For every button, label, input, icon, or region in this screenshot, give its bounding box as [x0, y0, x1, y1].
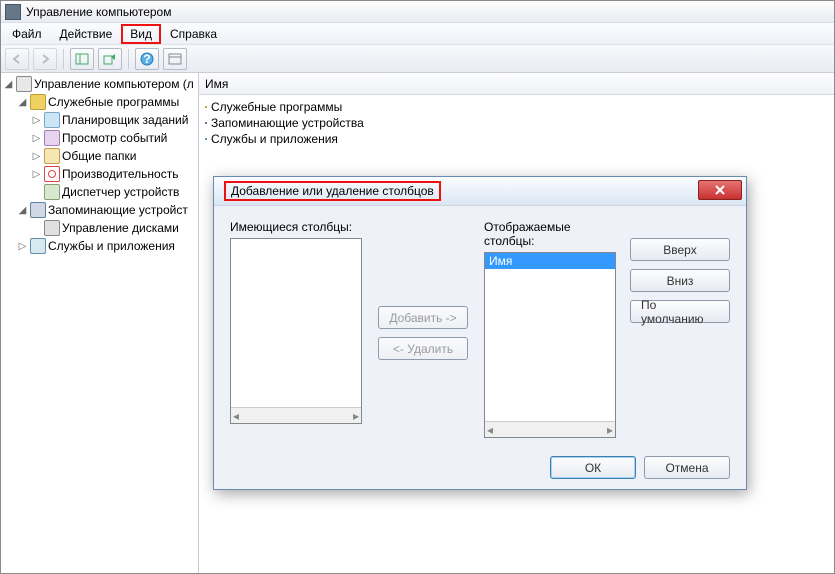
help-button[interactable]: ? [135, 48, 159, 70]
list-item-label: Служебные программы [211, 100, 342, 114]
horizontal-scrollbar[interactable]: ◂▸ [485, 421, 615, 437]
tree-performance[interactable]: ▷ Производительность [29, 165, 198, 183]
tree-label: Производительность [62, 167, 178, 181]
tree-label: Общие папки [62, 149, 136, 163]
available-columns-section: Имеющиеся столбцы: ◂▸ [230, 220, 362, 446]
tree-label: Службы и приложения [48, 239, 175, 253]
move-down-button[interactable]: Вниз [630, 269, 730, 292]
ok-button[interactable]: ОК [550, 456, 636, 479]
tree-shared-folders[interactable]: ▷ Общие папки [29, 147, 198, 165]
list-body[interactable]: Служебные программы Запоминающие устройс… [199, 95, 834, 151]
tools-icon [205, 106, 207, 108]
tree-device-manager[interactable]: Диспетчер устройств [29, 183, 198, 201]
tree-task-scheduler[interactable]: ▷ Планировщик заданий [29, 111, 198, 129]
tree-label: Диспетчер устройств [62, 185, 179, 199]
collapse-icon[interactable]: ◢ [17, 97, 28, 108]
tree-system-tools[interactable]: ◢ Служебные программы [15, 93, 198, 111]
collapse-icon[interactable]: ◢ [17, 205, 28, 216]
events-icon [44, 130, 60, 146]
device-icon [44, 184, 60, 200]
storage-icon [30, 202, 46, 218]
tree-label: Просмотр событий [62, 131, 167, 145]
displayed-columns-listbox[interactable]: Имя ◂▸ [484, 252, 616, 438]
list-item[interactable]: Служебные программы [205, 99, 828, 115]
toolbar-separator [128, 49, 129, 69]
tree-disk-management[interactable]: Управление дисками [29, 219, 198, 237]
tree-storage[interactable]: ◢ Запоминающие устройст [15, 201, 198, 219]
available-columns-label: Имеющиеся столбцы: [230, 220, 362, 234]
expand-icon[interactable]: ▷ [31, 169, 42, 180]
forward-button[interactable] [33, 48, 57, 70]
expand-icon[interactable]: ▷ [17, 241, 28, 252]
computer-icon [16, 76, 32, 92]
folders-icon [44, 148, 60, 164]
tree-root[interactable]: ◢ Управление компьютером (л [1, 75, 198, 93]
menu-help[interactable]: Справка [161, 24, 226, 44]
add-column-button[interactable]: Добавить -> [378, 306, 468, 329]
expand-icon[interactable]: ▷ [31, 133, 42, 144]
app-icon [5, 4, 21, 20]
list-item[interactable]: Службы и приложения [205, 131, 828, 147]
close-button[interactable] [698, 180, 742, 200]
services-icon [30, 238, 46, 254]
toolbar-separator [63, 49, 64, 69]
dialog-body: Имеющиеся столбцы: ◂▸ Добавить -> <- Уда… [214, 205, 746, 489]
tree-event-viewer[interactable]: ▷ Просмотр событий [29, 129, 198, 147]
list-item-label: Службы и приложения [211, 132, 338, 146]
svg-text:?: ? [143, 52, 150, 66]
move-up-button[interactable]: Вверх [630, 238, 730, 261]
add-remove-columns-dialog: Добавление или удаление столбцов Имеющие… [213, 176, 747, 490]
toolbar: ? [1, 45, 834, 73]
available-columns-listbox[interactable]: ◂▸ [230, 238, 362, 424]
move-buttons: Добавить -> <- Удалить [372, 220, 474, 446]
blank-icon [31, 187, 42, 198]
tree-label: Управление дисками [62, 221, 179, 235]
menubar: Файл Действие Вид Справка [1, 23, 834, 45]
tree-services-apps[interactable]: ▷ Службы и приложения [15, 237, 198, 255]
listbox-item-selected[interactable]: Имя [485, 253, 615, 269]
column-header-name[interactable]: Имя [199, 73, 834, 95]
show-hide-tree-button[interactable] [70, 48, 94, 70]
menu-file[interactable]: Файл [3, 24, 51, 44]
menu-action[interactable]: Действие [51, 24, 122, 44]
tree-label: Служебные программы [48, 95, 179, 109]
restore-defaults-button[interactable]: По умолчанию [630, 300, 730, 323]
tree-label: Запоминающие устройст [48, 203, 188, 217]
collapse-icon[interactable]: ◢ [3, 79, 14, 90]
tools-icon [30, 94, 46, 110]
tree-pane[interactable]: ◢ Управление компьютером (л ◢ Служебные пр… [1, 73, 199, 573]
tree-label: Управление компьютером (л [34, 77, 194, 91]
services-icon [205, 138, 207, 140]
tree-label: Планировщик заданий [62, 113, 188, 127]
dialog-title: Добавление или удаление столбцов [224, 181, 441, 201]
cancel-button[interactable]: Отмена [644, 456, 730, 479]
list-item-label: Запоминающие устройства [211, 116, 364, 130]
expand-icon[interactable]: ▷ [31, 115, 42, 126]
displayed-columns-label: Отображаемые столбцы: [484, 220, 620, 248]
back-button[interactable] [5, 48, 29, 70]
close-icon [714, 185, 726, 195]
displayed-columns-section: Отображаемые столбцы: Имя ◂▸ [484, 220, 620, 446]
dialog-footer: ОК Отмена [230, 446, 730, 479]
remove-column-button[interactable]: <- Удалить [378, 337, 468, 360]
window-title: Управление компьютером [26, 5, 171, 19]
disk-icon [44, 220, 60, 236]
expand-icon[interactable]: ▷ [31, 151, 42, 162]
list-item[interactable]: Запоминающие устройства [205, 115, 828, 131]
dialog-titlebar[interactable]: Добавление или удаление столбцов [214, 177, 746, 205]
menu-view[interactable]: Вид [121, 24, 161, 44]
export-button[interactable] [98, 48, 122, 70]
properties-button[interactable] [163, 48, 187, 70]
clock-icon [44, 112, 60, 128]
horizontal-scrollbar[interactable]: ◂▸ [231, 407, 361, 423]
order-buttons: Вверх Вниз По умолчанию [630, 220, 730, 446]
blank-icon [31, 223, 42, 234]
storage-icon [205, 122, 207, 124]
window-titlebar[interactable]: Управление компьютером [1, 1, 834, 23]
performance-icon [44, 166, 60, 182]
